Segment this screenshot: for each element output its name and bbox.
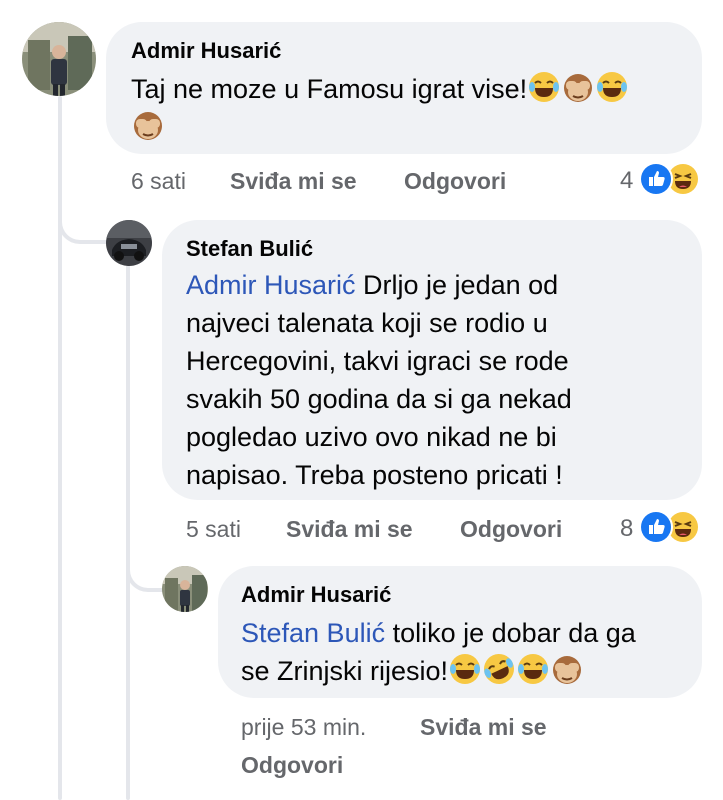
avatar[interactable] <box>22 22 96 96</box>
see-no-evil-monkey-emoji-icon <box>561 70 595 104</box>
like-button[interactable]: Sviđa mi se <box>420 714 547 741</box>
avatar-photo <box>162 566 208 612</box>
laughing-tears-emoji-icon <box>527 70 561 104</box>
rolling-laughing-emoji-icon <box>482 652 516 686</box>
reply-button[interactable]: Odgovori <box>241 752 343 779</box>
thread-connector <box>58 200 110 244</box>
mention-link[interactable]: Admir Husarić <box>186 270 356 300</box>
comment-text-line: svakih 50 godina da si ga nekad <box>186 384 572 414</box>
comment-text-line: Drljo je jedan od <box>355 270 559 300</box>
like-button[interactable]: Sviđa mi se <box>230 168 357 195</box>
like-icon[interactable] <box>639 162 673 196</box>
laughing-tears-emoji-icon <box>516 652 550 686</box>
avatar[interactable] <box>162 566 208 612</box>
comment-text-line: pogledao uzivo ovo nikad ne bi <box>186 422 557 452</box>
laughing-tears-emoji-icon <box>448 652 482 686</box>
comment-text-line: Taj ne moze u Famosu igrat vise! <box>131 74 528 104</box>
comment-timestamp[interactable]: 6 sati <box>131 168 186 195</box>
avatar-photo <box>106 220 152 266</box>
comment-text-emoji-line <box>131 108 165 146</box>
comment-author[interactable]: Admir Husarić <box>241 582 391 608</box>
comment-text-line: napisao. Treba posteno pricati ! <box>186 460 563 490</box>
comment-text: Taj ne moze u Famosu igrat vise! <box>131 70 629 108</box>
comment-text: Admir Husarić Drljo je jedan od <box>186 266 558 304</box>
avatar-photo <box>22 22 96 96</box>
like-icon[interactable] <box>639 510 673 544</box>
comment-author[interactable]: Admir Husarić <box>131 38 281 64</box>
see-no-evil-monkey-emoji-icon <box>131 108 165 142</box>
avatar[interactable] <box>106 220 152 266</box>
comment-text-line: najveci talenata koji se rodio u <box>186 308 548 338</box>
reaction-count[interactable]: 4 <box>620 167 633 195</box>
thread-connector <box>126 548 166 592</box>
thread-line <box>126 264 130 800</box>
see-no-evil-monkey-emoji-icon <box>550 652 584 686</box>
laughing-tears-emoji-icon <box>595 70 629 104</box>
comment-author[interactable]: Stefan Bulić <box>186 236 313 262</box>
comment-timestamp[interactable]: 5 sati <box>186 516 241 543</box>
reaction-count[interactable]: 8 <box>620 515 633 543</box>
comment-text: se Zrinjski rijesio! <box>241 652 584 690</box>
comment-text-line: toliko je dobar da ga <box>385 618 636 648</box>
like-button[interactable]: Sviđa mi se <box>286 516 413 543</box>
comment-text-line: Hercegovini, takvi igraci se rode <box>186 346 569 376</box>
mention-link[interactable]: Stefan Bulić <box>241 618 385 648</box>
comment-timestamp[interactable]: prije 53 min. <box>241 714 366 741</box>
reply-button[interactable]: Odgovori <box>404 168 506 195</box>
reply-button[interactable]: Odgovori <box>460 516 562 543</box>
comment-text: Stefan Bulić toliko je dobar da ga <box>241 614 636 652</box>
comment-text-line: se Zrinjski rijesio! <box>241 656 449 686</box>
